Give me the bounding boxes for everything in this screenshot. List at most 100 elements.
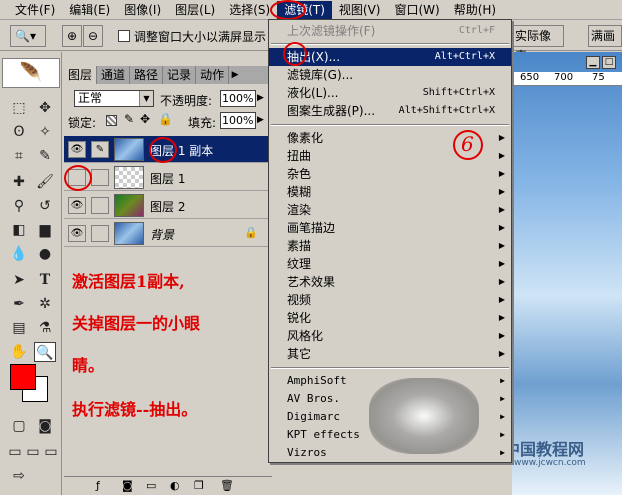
menu-item-artistic[interactable]: 艺术效果 ▶	[269, 273, 511, 291]
dodge-tool-icon[interactable]: ●	[34, 244, 56, 264]
quickmask-mode-icon[interactable]: ◙	[34, 416, 56, 436]
blur-tool-icon[interactable]: 💧	[8, 244, 30, 264]
magnifier-icon: 🔍▾	[15, 29, 36, 43]
fit-screen-button[interactable]: 满画布	[588, 25, 622, 47]
eye-visibility-icon[interactable]: 👁	[68, 225, 86, 242]
step-marker-number: 6	[461, 132, 474, 156]
layer-row-layer2[interactable]: 👁 图层 2	[64, 192, 272, 219]
menu-item-video[interactable]: 视频 ▶	[269, 291, 511, 309]
menu-item-stylize[interactable]: 风格化 ▶	[269, 327, 511, 345]
layer-name: 图层 2	[150, 200, 186, 214]
zoom-out-button[interactable]: ⊖	[83, 25, 103, 47]
add-mask-icon[interactable]: ◙	[122, 479, 133, 492]
menu-separator	[271, 367, 509, 369]
actual-pixels-button[interactable]: 实际像素	[512, 25, 564, 63]
menu-view[interactable]: 视图(V)	[332, 1, 388, 19]
trash-icon[interactable]: 🗑	[220, 479, 234, 492]
layer-row-layer1[interactable]: 图层 1	[64, 164, 272, 191]
tab-channels[interactable]: 通道	[97, 66, 131, 84]
eyedropper-tool-icon[interactable]: ⚗	[34, 318, 56, 338]
marquee-tool-icon[interactable]: ⬚	[8, 98, 30, 118]
hand-tool-icon[interactable]: ✋	[8, 342, 30, 362]
lock-image-brush-icon[interactable]: ✎	[124, 112, 134, 126]
menu-bar: 文件(F) 编辑(E) 图像(I) 图层(L) 选择(S) 滤镜(T) 视图(V…	[0, 0, 622, 20]
menu-edit[interactable]: 编辑(E)	[62, 1, 117, 19]
brush-tool-icon[interactable]: 🖌	[34, 172, 56, 192]
menu-item-last-filter: 上次滤镜操作(F) Ctrl+F	[287, 24, 495, 38]
menu-item-sketch[interactable]: 素描 ▶	[269, 237, 511, 255]
menu-help[interactable]: 帮助(H)	[447, 1, 503, 19]
stamp-tool-icon[interactable]: ⚲	[8, 196, 30, 216]
menu-image[interactable]: 图像(I)	[117, 1, 168, 19]
new-set-folder-icon[interactable]: ▭	[146, 479, 156, 492]
zoom-tool-preset-button[interactable]: 🔍▾	[10, 25, 46, 47]
blend-mode-value: 正常	[78, 91, 103, 105]
menu-item-liquify[interactable]: 液化(L)... Shift+Ctrl+X	[269, 84, 511, 102]
zoom-tool-icon[interactable]: 🔍	[34, 342, 56, 362]
menu-item-noise[interactable]: 杂色 ▶	[269, 165, 511, 183]
menu-select[interactable]: 选择(S)	[222, 1, 277, 19]
resize-window-checkbox[interactable]	[118, 30, 130, 42]
tab-history[interactable]: 记录	[163, 66, 197, 84]
crop-tool-icon[interactable]: ⌗	[8, 146, 30, 166]
history-brush-tool-icon[interactable]: ↺	[34, 196, 56, 216]
adjustment-layer-icon[interactable]: ◐	[170, 479, 180, 492]
menu-item-blur[interactable]: 模糊 ▶	[269, 183, 511, 201]
menu-item-filter-gallery[interactable]: 滤镜库(G)...	[269, 66, 511, 84]
gradient-tool-icon[interactable]: ▆	[34, 220, 56, 240]
jump-to-imageready-icon[interactable]: ⇨	[8, 466, 30, 486]
layer-thumbnail	[114, 138, 144, 161]
lasso-tool-icon[interactable]: ʘ	[8, 122, 30, 142]
menu-layer[interactable]: 图层(L)	[168, 1, 222, 19]
fill-input[interactable]: 100%	[220, 112, 256, 129]
path-selection-tool-icon[interactable]: ➤	[8, 270, 30, 290]
eye-visibility-icon[interactable]: 👁	[68, 197, 86, 214]
menu-item-pattern-maker[interactable]: 图案生成器(P)... Alt+Shift+Ctrl+X	[269, 102, 511, 120]
magic-wand-tool-icon[interactable]: ✧	[34, 122, 56, 142]
canvas-minimize-button[interactable]: ▁	[586, 56, 600, 69]
link-icon[interactable]	[91, 225, 109, 242]
instruction-line-4: 执行滤镜--抽出。	[72, 400, 198, 419]
menu-item-texture[interactable]: 纹理 ▶	[269, 255, 511, 273]
submenu-arrow-icon: ▶	[498, 151, 505, 160]
menu-item-other[interactable]: 其它 ▶	[269, 345, 511, 363]
brush-link-icon[interactable]: ✎	[91, 141, 109, 158]
menu-item-render[interactable]: 渲染 ▶	[269, 201, 511, 219]
ruler-label-650: 650	[520, 72, 540, 83]
opacity-input[interactable]: 100%	[220, 90, 256, 107]
shape-tool-icon[interactable]: ✲	[34, 294, 56, 314]
panel-menu-arrow-icon[interactable]: ▶	[229, 66, 241, 84]
layer-row-background[interactable]: 👁 背景 🔒	[64, 220, 272, 247]
eye-visibility-icon[interactable]: 👁	[68, 141, 86, 158]
lock-label: 锁定:	[68, 116, 97, 130]
layer-style-icon[interactable]: ƒ	[96, 479, 100, 492]
menu-file[interactable]: 文件(F)	[8, 1, 62, 19]
lock-position-move-icon[interactable]: ✥	[140, 112, 150, 126]
document-canvas[interactable]: 650 700 75 ▁ □ 中国教程网 www.jcwcn.com	[504, 52, 622, 495]
zoom-in-button[interactable]: ⊕	[62, 25, 82, 47]
submenu-arrow-icon: ▶	[498, 187, 505, 196]
lock-transparent-icon[interactable]	[106, 115, 117, 126]
notes-tool-icon[interactable]: ▤	[8, 318, 30, 338]
canvas-maximize-button[interactable]: □	[602, 56, 616, 69]
menu-item-sharpen[interactable]: 锐化 ▶	[269, 309, 511, 327]
tab-layers[interactable]: 图层	[64, 66, 98, 84]
pen-tool-icon[interactable]: ✒	[8, 294, 30, 314]
link-icon[interactable]	[91, 169, 109, 186]
standard-mode-icon[interactable]: ▢	[8, 416, 30, 436]
menu-window[interactable]: 窗口(W)	[387, 1, 446, 19]
slice-tool-icon[interactable]: ✎	[34, 146, 56, 166]
link-icon[interactable]	[91, 197, 109, 214]
menu-item-brush-strokes[interactable]: 画笔描边 ▶	[269, 219, 511, 237]
healing-brush-tool-icon[interactable]: ✚	[8, 172, 30, 192]
type-tool-icon[interactable]: T	[34, 270, 56, 290]
blend-mode-select[interactable]: 正常 ▼	[74, 90, 154, 107]
screen-mode-3-icon[interactable]: ▭	[40, 442, 62, 462]
foreground-color-swatch-top	[10, 364, 36, 390]
eraser-tool-icon[interactable]: ◧	[8, 220, 30, 240]
new-layer-icon[interactable]: ❐	[194, 479, 204, 492]
tab-actions[interactable]: 动作	[196, 66, 230, 84]
tab-paths[interactable]: 路径	[130, 66, 164, 84]
lock-all-icon[interactable]: 🔒	[158, 112, 173, 126]
move-tool-icon[interactable]: ✥	[34, 98, 56, 118]
